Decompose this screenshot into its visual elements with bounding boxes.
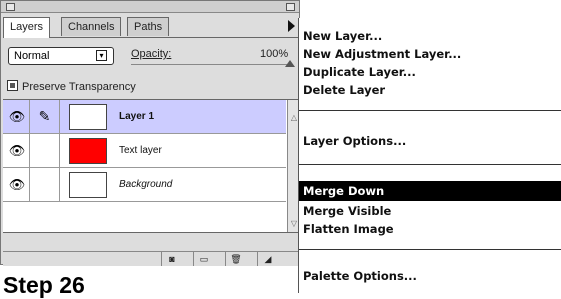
eye-icon[interactable]: 👁 bbox=[5, 134, 30, 167]
menu-item-delete-layer[interactable]: Delete Layer bbox=[299, 80, 561, 100]
preserve-transparency-label: Preserve Transparency bbox=[22, 81, 136, 93]
tab-layers[interactable]: Layers bbox=[3, 17, 51, 38]
eye-icon[interactable]: 👁 bbox=[5, 100, 30, 133]
layer-thumbnail bbox=[69, 172, 107, 198]
layers-popup-menu: New Layer... New Adjustment Layer... Dup… bbox=[298, 18, 561, 293]
step-caption: Step 26 bbox=[3, 272, 85, 298]
layer-name: Background bbox=[119, 179, 173, 190]
tab-paths[interactable]: Paths bbox=[127, 17, 170, 36]
layer-row-background[interactable]: 👁 Background bbox=[3, 168, 286, 202]
menu-item-layer-options[interactable]: Layer Options... bbox=[299, 131, 561, 151]
checkbox-icon[interactable] bbox=[7, 80, 18, 91]
palette-titlebar[interactable] bbox=[1, 1, 299, 13]
preserve-transparency-checkbox[interactable]: Preserve Transparency bbox=[7, 80, 136, 93]
menu-divider bbox=[299, 110, 561, 111]
resize-icon[interactable]: ◢ bbox=[257, 252, 278, 266]
layer-name: Layer 1 bbox=[119, 111, 155, 122]
opacity-slider-thumb[interactable] bbox=[285, 60, 295, 67]
layer-row-layer-1[interactable]: 👁 ✎ Layer 1 bbox=[3, 100, 286, 134]
paintbrush-icon[interactable]: ✎ bbox=[30, 100, 60, 133]
opacity-slider[interactable] bbox=[131, 64, 293, 65]
menu-divider bbox=[299, 249, 561, 250]
zoom-box-icon[interactable] bbox=[286, 3, 295, 11]
chevron-down-icon[interactable]: ▾ bbox=[96, 50, 107, 61]
opacity-label: Opacity: bbox=[131, 48, 172, 60]
blend-mode-value: Normal bbox=[14, 50, 50, 62]
brush-slot[interactable] bbox=[30, 168, 60, 201]
palette-menu-arrow-icon[interactable] bbox=[288, 20, 295, 32]
menu-item-palette-options[interactable]: Palette Options... bbox=[299, 266, 561, 286]
new-layer-icon[interactable]: ▭ bbox=[193, 252, 214, 266]
layers-list: 👁 ✎ Layer 1 👁 Text layer 👁 Background △ … bbox=[3, 99, 300, 233]
menu-item-new-adjustment-layer[interactable]: New Adjustment Layer... bbox=[299, 44, 561, 64]
palette-bottom-bar: ◙ ▭ 🗑 ◢ bbox=[3, 251, 299, 266]
layers-palette: Layers Channels Paths Normal ▾ Opacity: … bbox=[0, 0, 300, 266]
layer-name: Text layer bbox=[119, 145, 162, 156]
brush-slot[interactable] bbox=[30, 134, 60, 167]
blend-mode-select[interactable]: Normal ▾ bbox=[8, 47, 114, 65]
layer-thumbnail bbox=[69, 104, 107, 130]
close-box-icon[interactable] bbox=[6, 3, 15, 11]
trash-icon[interactable]: 🗑 bbox=[225, 252, 246, 266]
opacity-value: 100% bbox=[260, 48, 289, 60]
layer-thumbnail bbox=[69, 138, 107, 164]
menu-item-duplicate-layer[interactable]: Duplicate Layer... bbox=[299, 62, 561, 82]
menu-item-merge-down[interactable]: Merge Down bbox=[299, 181, 561, 201]
tab-channels[interactable]: Channels bbox=[61, 17, 122, 36]
menu-item-new-layer[interactable]: New Layer... bbox=[299, 26, 561, 46]
menu-divider bbox=[299, 164, 561, 165]
layer-row-text-layer[interactable]: 👁 Text layer bbox=[3, 134, 286, 168]
add-mask-icon[interactable]: ◙ bbox=[161, 252, 182, 266]
menu-item-flatten-image[interactable]: Flatten Image bbox=[299, 219, 561, 239]
menu-item-merge-visible[interactable]: Merge Visible bbox=[299, 201, 561, 221]
eye-icon[interactable]: 👁 bbox=[5, 168, 30, 201]
